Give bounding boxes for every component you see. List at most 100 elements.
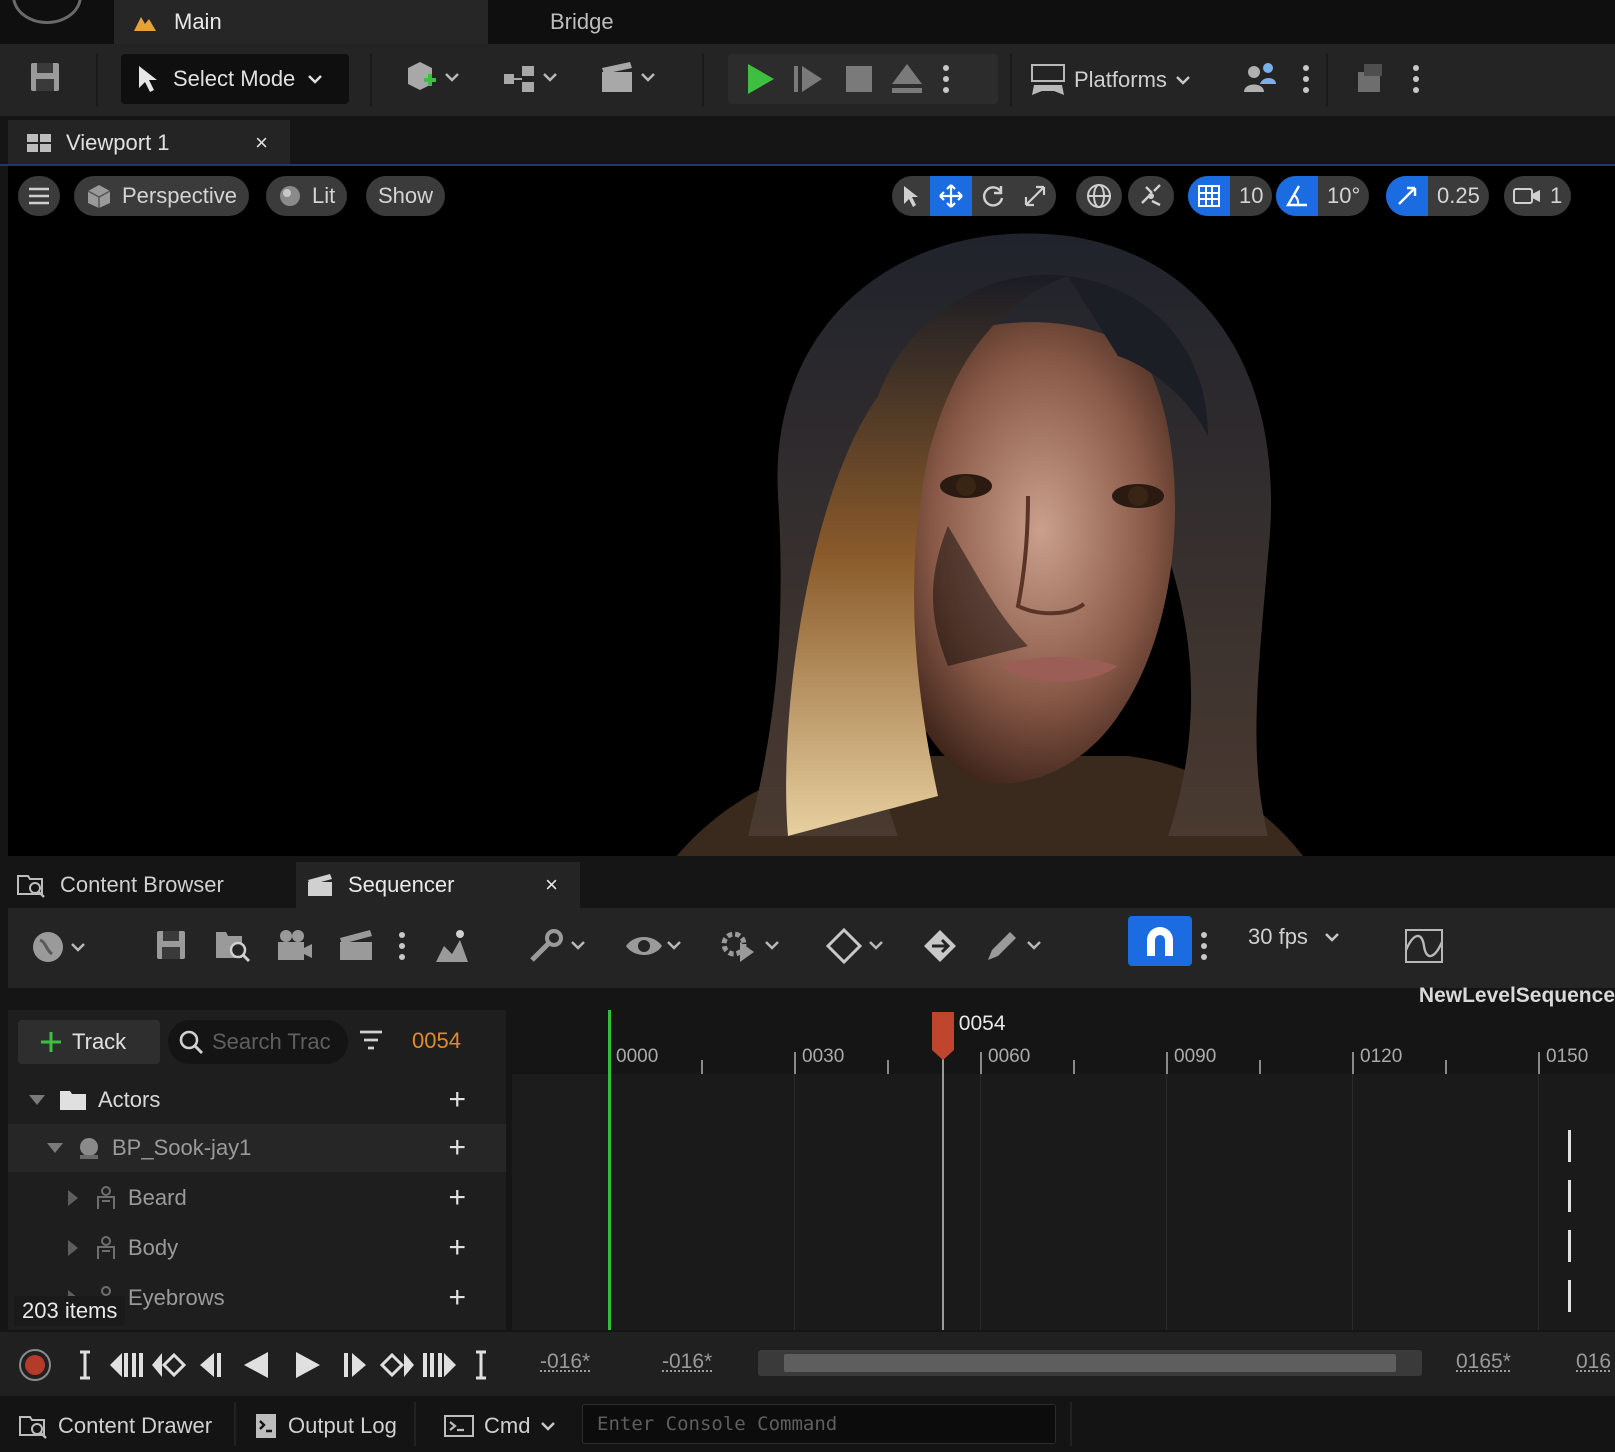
perspective-button[interactable]: Perspective bbox=[74, 176, 249, 216]
add-track-plus-icon[interactable]: + bbox=[448, 1181, 466, 1215]
actor-to-sequencer-icon[interactable] bbox=[432, 926, 472, 966]
render-movie-icon[interactable] bbox=[338, 928, 376, 964]
previous-key-icon[interactable] bbox=[108, 1350, 144, 1380]
record-icon[interactable] bbox=[18, 1348, 52, 1382]
folder-icon bbox=[58, 1088, 88, 1112]
playback-range-end[interactable]: 0165* bbox=[1456, 1350, 1511, 1374]
key-interpolation-icon[interactable] bbox=[826, 928, 890, 964]
tab-content-browser[interactable]: Content Browser bbox=[8, 862, 288, 908]
ruler-major-tick bbox=[1352, 1052, 1354, 1074]
step-forward-icon[interactable] bbox=[790, 60, 828, 98]
select-mode-dropdown[interactable]: Select Mode bbox=[121, 54, 349, 104]
output-log-button[interactable]: Output Log bbox=[254, 1406, 397, 1446]
camera-speed-control[interactable]: 1 bbox=[1504, 176, 1572, 216]
add-track-plus-icon[interactable]: + bbox=[448, 1281, 466, 1315]
tab-sequencer[interactable]: Sequencer × bbox=[296, 862, 580, 908]
edit-key-icon[interactable] bbox=[984, 928, 1048, 964]
ruler-major-tick bbox=[1538, 1052, 1540, 1074]
cmd-dropdown[interactable]: Cmd bbox=[444, 1406, 556, 1446]
add-track-plus-icon[interactable]: + bbox=[448, 1231, 466, 1265]
camera-track-icon[interactable] bbox=[276, 928, 314, 964]
save-icon[interactable] bbox=[28, 60, 62, 94]
jump-to-previous-key-icon[interactable] bbox=[150, 1350, 188, 1380]
time-ruler[interactable] bbox=[512, 1010, 1615, 1074]
more-options-icon[interactable] bbox=[396, 928, 408, 964]
show-button[interactable]: Show bbox=[366, 176, 446, 216]
blueprint-icon[interactable] bbox=[500, 58, 564, 98]
play-icon[interactable] bbox=[740, 60, 778, 98]
range-scrollbar-thumb[interactable] bbox=[784, 1354, 1396, 1372]
lit-button[interactable]: Lit bbox=[266, 176, 348, 216]
view-options-icon[interactable] bbox=[624, 928, 688, 964]
curve-editor-icon[interactable] bbox=[1404, 928, 1444, 964]
more-options-icon[interactable] bbox=[1198, 928, 1210, 964]
find-in-browser-icon[interactable] bbox=[214, 928, 252, 964]
sequencer-toolbar: 30 fps bbox=[8, 908, 1615, 988]
tab-bridge-label: Bridge bbox=[550, 9, 614, 34]
playback-start-marker[interactable] bbox=[608, 1010, 611, 1330]
more-options-icon[interactable] bbox=[1410, 60, 1422, 98]
status-separator bbox=[234, 1402, 236, 1446]
next-key-icon[interactable] bbox=[422, 1350, 458, 1380]
expand-down-icon[interactable] bbox=[44, 1142, 66, 1154]
jump-to-start-icon[interactable] bbox=[78, 1350, 92, 1380]
more-options-icon[interactable] bbox=[940, 60, 952, 98]
expand-right-icon[interactable] bbox=[62, 1239, 84, 1257]
add-track-button[interactable]: Track bbox=[18, 1020, 160, 1064]
expand-right-icon[interactable] bbox=[62, 1189, 84, 1207]
scale-snap-icon bbox=[1386, 176, 1428, 216]
tab-viewport-1[interactable]: Viewport 1 × bbox=[8, 120, 290, 166]
playback-options-icon[interactable] bbox=[718, 928, 788, 964]
step-forward-icon[interactable] bbox=[342, 1350, 368, 1380]
scale-snap-control[interactable]: 0.25 bbox=[1386, 176, 1489, 216]
platforms-dropdown[interactable]: Platforms bbox=[1030, 58, 1191, 102]
level-viewport[interactable]: Perspective Lit Show 10 10° 0.25 1 bbox=[8, 166, 1615, 856]
playhead-handle[interactable] bbox=[931, 1010, 955, 1062]
track-row-beard[interactable]: Beard + bbox=[8, 1174, 506, 1222]
track-search-input[interactable]: Search Tracks bbox=[168, 1020, 348, 1064]
output-log-label: Output Log bbox=[288, 1413, 397, 1438]
content-drawer-icon bbox=[18, 1413, 48, 1439]
play-reverse-icon[interactable] bbox=[242, 1350, 272, 1380]
frame-rate-dropdown[interactable]: 30 fps bbox=[1248, 924, 1340, 950]
jump-to-end-icon[interactable] bbox=[474, 1350, 488, 1380]
add-track-plus-icon[interactable]: + bbox=[448, 1131, 466, 1165]
viewport-menu-button[interactable] bbox=[18, 176, 60, 216]
playback-range-start[interactable]: -016* bbox=[662, 1350, 712, 1374]
character-render bbox=[676, 233, 1303, 856]
current-frame-field[interactable]: 0054 bbox=[412, 1028, 461, 1054]
track-row-body[interactable]: Body + bbox=[8, 1224, 506, 1272]
view-range-end[interactable]: 016 bbox=[1576, 1350, 1611, 1374]
step-back-icon[interactable] bbox=[198, 1350, 224, 1380]
close-icon[interactable]: × bbox=[545, 872, 558, 898]
tab-main[interactable]: Main bbox=[114, 0, 488, 44]
filter-icon[interactable] bbox=[358, 1028, 384, 1052]
console-command-input[interactable]: Enter Console Command bbox=[582, 1404, 1056, 1444]
tools-icon[interactable] bbox=[528, 928, 592, 964]
jump-to-next-key-icon[interactable] bbox=[378, 1350, 416, 1380]
snapping-toggle[interactable] bbox=[1128, 916, 1192, 966]
expand-down-icon[interactable] bbox=[26, 1094, 48, 1106]
world-context-icon[interactable] bbox=[32, 930, 96, 964]
multiplayer-icon[interactable] bbox=[1240, 58, 1280, 98]
add-track-plus-icon[interactable]: + bbox=[448, 1083, 466, 1117]
content-drawer-button[interactable]: Content Drawer bbox=[18, 1406, 212, 1446]
close-icon[interactable]: × bbox=[255, 130, 268, 156]
sequence-name: NewLevelSequence bbox=[1418, 984, 1615, 1007]
view-range-start[interactable]: -016* bbox=[540, 1350, 590, 1374]
timeline-area[interactable]: 0000 0030 0060 0090 0120 0150 0054 bbox=[512, 1010, 1615, 1330]
auto-key-icon[interactable] bbox=[922, 928, 958, 964]
more-options-icon[interactable] bbox=[1300, 60, 1312, 98]
stop-icon[interactable] bbox=[840, 60, 878, 98]
show-label: Show bbox=[378, 183, 434, 208]
cinematics-icon[interactable] bbox=[598, 58, 662, 98]
add-actor-icon[interactable] bbox=[402, 58, 466, 98]
save-icon[interactable] bbox=[154, 928, 188, 962]
track-row-bp-sook-jay1[interactable]: BP_Sook-jay1 + bbox=[8, 1124, 506, 1172]
timeline-gridline bbox=[794, 1074, 795, 1330]
play-forward-icon[interactable] bbox=[292, 1350, 322, 1380]
eject-icon[interactable] bbox=[888, 60, 926, 98]
settings-cube-icon[interactable] bbox=[1352, 60, 1388, 96]
track-row-actors[interactable]: Actors + bbox=[8, 1076, 506, 1124]
tab-bridge[interactable]: Bridge bbox=[500, 0, 670, 44]
